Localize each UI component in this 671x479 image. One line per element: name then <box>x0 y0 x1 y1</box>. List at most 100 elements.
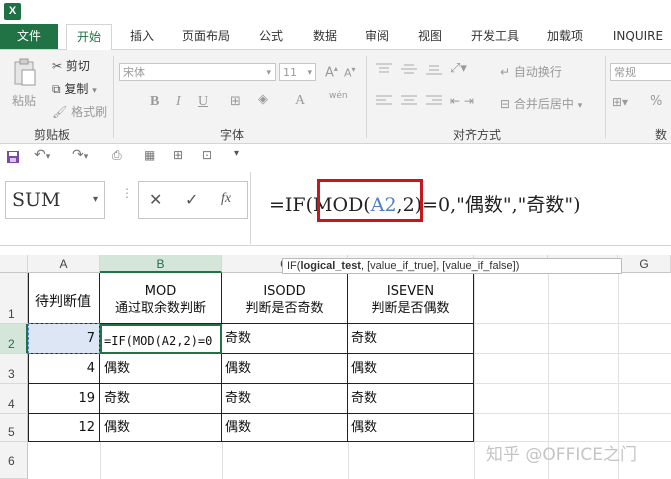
excel-logo-icon: X <box>4 3 21 20</box>
redo-icon[interactable]: ↷▾ <box>72 147 88 163</box>
font-group-label: 字体 <box>220 128 245 142</box>
wrap-text-icon: ↵ <box>500 65 511 79</box>
insert-function-icon[interactable]: fx <box>221 191 231 207</box>
tab-data[interactable]: 数据 <box>309 24 341 49</box>
cell-b2[interactable]: =IF(MOD(A2,2)=0 <box>100 324 222 354</box>
cell-b3[interactable]: 偶数 <box>100 354 222 384</box>
orientation-icon[interactable]: ⤢▾ <box>450 61 467 76</box>
align-top-icon[interactable] <box>375 62 393 76</box>
tab-review[interactable]: 审阅 <box>361 24 393 49</box>
fill-color-icon[interactable]: ◈ <box>258 92 268 107</box>
align-right-icon[interactable] <box>425 94 443 108</box>
save-icon[interactable] <box>6 150 20 164</box>
cell-d2[interactable]: 奇数 <box>348 324 474 354</box>
cell-d3[interactable]: 偶数 <box>348 354 474 384</box>
column-header-a[interactable]: A <box>28 255 100 273</box>
tab-page-layout[interactable]: 页面布局 <box>178 24 234 49</box>
cell-a4[interactable]: 19 <box>28 384 100 414</box>
column-header-g[interactable]: G <box>618 255 671 273</box>
print-preview-icon[interactable]: ⎙ <box>112 148 122 163</box>
align-center-icon[interactable] <box>400 94 418 108</box>
underline-icon[interactable]: U <box>198 94 208 110</box>
indent-icon[interactable]: ⇤ ⇥ <box>450 94 474 108</box>
paste-button[interactable]: 粘贴 <box>12 92 36 109</box>
cell-c5[interactable]: 偶数 <box>222 414 348 442</box>
format-painter-button[interactable]: 🖌 格式刷 <box>52 103 107 120</box>
percent-icon[interactable]: % <box>650 94 662 109</box>
watermark: 知乎 @OFFICE之门 <box>486 445 637 465</box>
cell-c4[interactable]: 奇数 <box>222 384 348 414</box>
tab-file[interactable]: 文件 <box>0 24 58 49</box>
tab-insert[interactable]: 插入 <box>126 24 158 49</box>
formula-input[interactable]: =IF(MOD(A2,2)=0,"偶数","奇数") <box>250 172 671 244</box>
row-header-5[interactable]: 5 <box>0 414 28 442</box>
alignment-group-label: 对齐方式 <box>453 128 502 142</box>
highlight-box <box>317 179 423 222</box>
ribbon-separator <box>366 56 367 138</box>
gridline <box>474 383 671 384</box>
name-box[interactable]: SUM ▾ <box>5 181 105 219</box>
gridline <box>222 442 223 479</box>
bold-icon[interactable]: B <box>150 94 159 110</box>
row-header-1[interactable]: 1 <box>0 273 28 324</box>
copy-icon: ⧉ <box>52 82 61 96</box>
borders-icon[interactable]: ⊞ <box>173 148 183 162</box>
copy-button[interactable]: ⧉ 复制 ▾ <box>52 80 97 97</box>
enter-icon[interactable]: ✓ <box>185 190 198 209</box>
row-header-6[interactable]: 6 <box>0 442 28 479</box>
cell-d1[interactable]: ISEVEN 判断是否偶数 <box>348 273 474 324</box>
align-left-icon[interactable] <box>375 94 393 108</box>
phonetic-icon[interactable]: wén <box>329 91 348 101</box>
cell-c3[interactable]: 偶数 <box>222 354 348 384</box>
freeze-panes-icon[interactable]: ⊡ <box>202 148 212 162</box>
wrap-text-button[interactable]: ↵ 自动换行 <box>500 63 562 80</box>
column-header-b[interactable]: B <box>100 255 222 273</box>
tab-addins[interactable]: 加载项 <box>543 24 587 49</box>
tab-developer[interactable]: 开发工具 <box>467 24 523 49</box>
tab-view[interactable]: 视图 <box>414 24 446 49</box>
calculator-icon[interactable]: ▦ <box>144 148 155 162</box>
align-bottom-icon[interactable] <box>425 62 443 76</box>
function-tooltip: IF(logical_test, [value_if_true], [value… <box>282 258 622 274</box>
tab-home[interactable]: 开始 <box>66 24 112 51</box>
cell-c2[interactable]: 奇数 <box>222 324 348 354</box>
row-header-3[interactable]: 3 <box>0 354 28 384</box>
cell-b1[interactable]: MOD 通过取余数判断 <box>100 273 222 324</box>
cell-b4[interactable]: 奇数 <box>100 384 222 414</box>
italic-icon[interactable]: I <box>176 94 181 110</box>
row-header-2[interactable]: 2 <box>0 324 28 354</box>
select-all-corner[interactable] <box>0 255 28 273</box>
grow-font-icon[interactable]: A▴ <box>325 64 338 80</box>
cell-a5[interactable]: 12 <box>28 414 100 442</box>
cell-c1[interactable]: ISODD 判断是否奇数 <box>222 273 348 324</box>
resize-handle-icon[interactable]: ⋮ <box>121 186 133 200</box>
font-size-combo[interactable]: 11 ▾ <box>279 63 316 81</box>
font-color-icon[interactable]: A <box>295 93 305 109</box>
tab-formulas[interactable]: 公式 <box>255 24 287 49</box>
paste-icon[interactable] <box>12 58 38 88</box>
gridline <box>348 442 349 479</box>
row-header-4[interactable]: 4 <box>0 384 28 414</box>
cell-d4[interactable]: 奇数 <box>348 384 474 414</box>
align-middle-icon[interactable] <box>400 62 418 76</box>
tab-inquire[interactable]: INQUIRE <box>609 24 667 49</box>
undo-icon[interactable]: ↶▾ <box>34 147 50 163</box>
clipboard-group-label: 剪贴板 <box>34 128 71 142</box>
cell-b5[interactable]: 偶数 <box>100 414 222 442</box>
number-format-combo[interactable]: 常规 <box>610 63 671 81</box>
cell-d5[interactable]: 偶数 <box>348 414 474 442</box>
customize-qat-icon[interactable]: ▾ <box>234 148 239 159</box>
cell-a1[interactable]: 待判断值 <box>28 273 100 324</box>
font-name-combo[interactable]: 宋体 ▾ <box>119 63 276 81</box>
cut-button[interactable]: ✂ 剪切 <box>52 57 90 74</box>
shrink-font-icon[interactable]: A▾ <box>344 65 356 80</box>
formula-buttons: ✕ ✓ fx <box>138 181 248 219</box>
cancel-icon[interactable]: ✕ <box>149 190 162 209</box>
ribbon-separator <box>605 56 606 138</box>
tooltip-current-arg[interactable]: logical_test <box>300 260 361 272</box>
border-icon[interactable]: ⊞ <box>230 94 241 109</box>
gridline <box>474 413 671 414</box>
currency-icon[interactable]: ⊞▾ <box>612 95 628 109</box>
cell-a3[interactable]: 4 <box>28 354 100 384</box>
merge-center-button[interactable]: ⊟ 合并后居中 ▾ <box>500 95 582 112</box>
